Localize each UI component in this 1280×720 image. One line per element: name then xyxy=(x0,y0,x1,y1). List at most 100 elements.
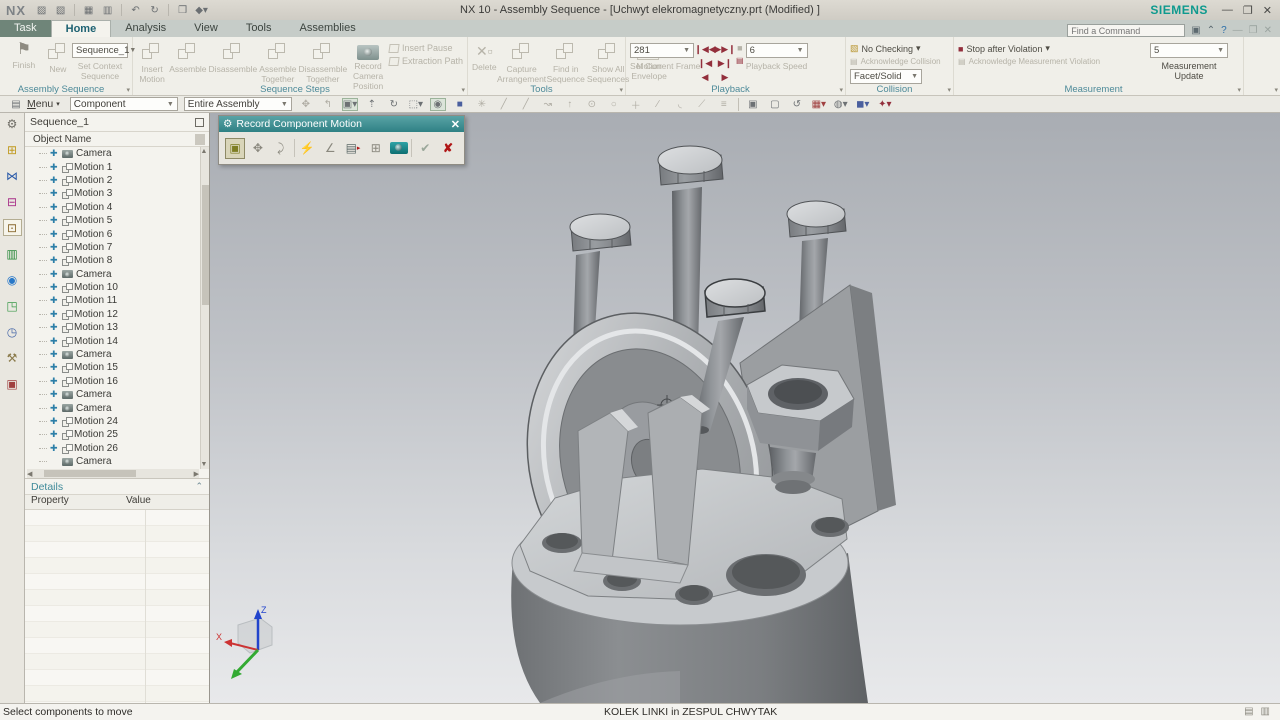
rotate-icon[interactable]: ↻ xyxy=(386,99,402,110)
paste-icon[interactable]: ▨ xyxy=(34,3,49,17)
tree-item[interactable]: ✚ Motion 25 xyxy=(39,428,209,441)
dynamic-positioning-button[interactable]: ⚡ xyxy=(298,138,318,159)
dialog-close-icon[interactable]: ✕ xyxy=(451,118,460,131)
animation-icon[interactable]: ✦▾ xyxy=(877,99,893,110)
tree-vertical-scrollbar[interactable]: ▲ ▼ xyxy=(200,147,209,469)
sequence-steps-launcher-icon[interactable]: ▾ xyxy=(461,86,465,94)
ribbon-overflow-icon[interactable]: ▾ xyxy=(1274,86,1278,94)
acknowledge-collision-button[interactable]: ▤ Acknowledge Collision xyxy=(850,57,946,66)
selection-filter-select[interactable]: Entire Assembly ▼ xyxy=(183,97,292,111)
constraint-navigator-icon[interactable]: ⋈ xyxy=(3,167,22,184)
insert-motion-button[interactable]: Insert Motion xyxy=(137,39,167,85)
tree-item[interactable]: ✚ Motion 7 xyxy=(39,241,209,254)
tree-item[interactable]: ✚ Motion 2 xyxy=(39,174,209,187)
render-style-icon[interactable]: ◍▾ xyxy=(833,99,849,110)
collapse-details-icon[interactable]: ⌃ xyxy=(195,481,203,492)
find-command-input[interactable] xyxy=(1067,24,1186,37)
tree-hscroll-thumb[interactable] xyxy=(44,470,137,477)
current-frame-select[interactable]: 281 ▼ xyxy=(630,43,694,58)
finish-button[interactable]: ⚑ Finish xyxy=(4,39,44,71)
playback-speed-select[interactable]: 6 ▼ xyxy=(745,43,808,58)
export-movie-button[interactable]: ▤ xyxy=(736,56,744,65)
solid-cube-icon[interactable]: ■ xyxy=(452,99,468,110)
grid-icon[interactable]: ▦▾ xyxy=(811,99,827,110)
tree-item[interactable]: ✚ Motion 24 xyxy=(39,415,209,428)
copy-icon[interactable]: ▧ xyxy=(53,3,68,17)
go-to-end-button[interactable]: ▶▶❙ xyxy=(714,42,735,56)
tree-item[interactable]: ✚ Motion 15 xyxy=(39,361,209,374)
sequence-navigator-icon[interactable]: ⊡ xyxy=(2,219,22,236)
scroll-right-icon[interactable]: ▶ xyxy=(194,470,199,478)
point-to-point-button[interactable]: ✥ xyxy=(248,138,268,159)
move-up-icon[interactable]: ⇡ xyxy=(364,99,380,110)
property-column-header[interactable]: Property xyxy=(25,495,120,509)
stop-button[interactable]: ■ xyxy=(736,43,744,53)
playback-launcher-icon[interactable]: ▾ xyxy=(839,86,843,94)
new-sequence-button[interactable]: New xyxy=(46,39,70,75)
no-checking-button[interactable]: ▧ No Checking ▾ xyxy=(850,43,946,54)
insert-pause-button[interactable]: Insert Pause xyxy=(388,43,463,53)
rotate-component-button[interactable]: ⤸ xyxy=(271,138,291,159)
doc-close-icon[interactable]: ✕ xyxy=(1264,25,1272,36)
assemble-together-button[interactable]: Assemble Together xyxy=(259,39,297,85)
record-component-motion-dialog[interactable]: ⚙ Record Component Motion ✕ ▣ ✥ ⤸ ⚡ ∠ ▤ ▸… xyxy=(218,115,465,165)
tree-item[interactable]: ✚ Motion 16 xyxy=(39,375,209,388)
step-back-button[interactable]: ❙◀ xyxy=(696,56,714,70)
minimize-button[interactable]: — xyxy=(1222,4,1233,17)
help-icon[interactable]: ? xyxy=(1221,25,1227,36)
set-current-frame-button[interactable]: Set Current Frame xyxy=(630,61,700,71)
scroll-up-icon[interactable]: ▲ xyxy=(200,148,208,155)
selection-scope-select[interactable]: Component ▼ xyxy=(69,97,178,111)
column-options-icon[interactable] xyxy=(195,133,205,145)
tab-tools[interactable]: Tools xyxy=(232,20,286,37)
fit-view-icon[interactable]: ▣ xyxy=(745,99,761,110)
part-navigator-icon[interactable]: ⊟ xyxy=(3,193,22,210)
status-note-icon[interactable]: ▥ xyxy=(1261,706,1270,717)
slash-icon[interactable]: ∕ xyxy=(650,99,666,110)
menu-button[interactable]: ▤ Menu ▾ xyxy=(4,98,64,110)
sequence-select[interactable]: Sequence_1 ▼ xyxy=(72,43,136,58)
capture-arrangement-button[interactable]: Capture Arrangement xyxy=(497,39,546,85)
line2-icon[interactable]: ╱ xyxy=(518,99,534,110)
window-icon[interactable]: ❒ xyxy=(175,3,190,17)
tab-view[interactable]: View xyxy=(180,20,232,37)
touch-mode-icon[interactable]: ◆▾ xyxy=(194,3,209,17)
cancel-button[interactable]: ✘ xyxy=(438,138,458,159)
measurement-update-select[interactable]: 5 ▼ xyxy=(1150,43,1228,58)
layers-icon[interactable]: ≡ xyxy=(716,99,732,110)
tree-item[interactable]: ✚ Motion 1 xyxy=(39,160,209,173)
acknowledge-measurement-button[interactable]: ▤ Acknowledge Measurement Violation xyxy=(958,57,1148,66)
zoom-window-icon[interactable]: ▢ xyxy=(767,99,783,110)
tree-horizontal-scrollbar[interactable]: ◀ ▶ xyxy=(27,469,199,478)
web-browser-icon[interactable]: ◉ xyxy=(3,271,22,288)
tree-item[interactable]: ✚ Camera xyxy=(39,268,209,281)
process-studio-icon[interactable]: ⚒ xyxy=(3,349,22,366)
undo-icon[interactable]: ↶ xyxy=(128,3,143,17)
tree-item[interactable]: ✚ Motion 13 xyxy=(39,321,209,334)
camera-flag-button[interactable]: ▤ ▸ xyxy=(343,138,363,159)
offset-icon[interactable]: ⟋ xyxy=(694,99,710,110)
tree-item[interactable]: ✚ Camera xyxy=(39,348,209,361)
close-button[interactable]: ✕ xyxy=(1263,4,1272,17)
move-component-button[interactable]: ▣ xyxy=(225,137,245,159)
doc-restore-icon[interactable]: ❐ xyxy=(1249,25,1258,36)
tree-item[interactable]: ✚ Motion 12 xyxy=(39,308,209,321)
undock-panel-icon[interactable] xyxy=(195,117,204,127)
manufacturing-wizard-icon[interactable]: ▣ xyxy=(3,375,22,392)
tree-item[interactable]: ✚ Camera xyxy=(39,455,209,468)
tree-item[interactable]: ✚ Camera xyxy=(39,147,209,160)
tab-task[interactable]: Task xyxy=(0,20,51,37)
tree-item[interactable]: ✚ Motion 6 xyxy=(39,227,209,240)
tools-launcher-icon[interactable]: ▾ xyxy=(619,86,623,94)
play-reverse-button[interactable]: ◀ xyxy=(696,70,714,84)
object-name-column-header[interactable]: Object Name xyxy=(33,134,91,145)
collision-launcher-icon[interactable]: ▾ xyxy=(947,86,951,94)
cad-model[interactable]: Z X xyxy=(210,113,1280,703)
plus-icon[interactable]: ＋ xyxy=(628,97,644,112)
extraction-path-button[interactable]: Extraction Path xyxy=(388,56,463,66)
set-context-sequence-button[interactable]: Set Context Sequence xyxy=(72,61,128,81)
doc-minimize-icon[interactable]: — xyxy=(1233,25,1243,36)
tree-item[interactable]: ✚ Motion 8 xyxy=(39,254,209,267)
go-to-start-button[interactable]: ❙◀◀ xyxy=(694,42,715,56)
assembly-sequence-launcher-icon[interactable]: ▾ xyxy=(126,86,130,94)
